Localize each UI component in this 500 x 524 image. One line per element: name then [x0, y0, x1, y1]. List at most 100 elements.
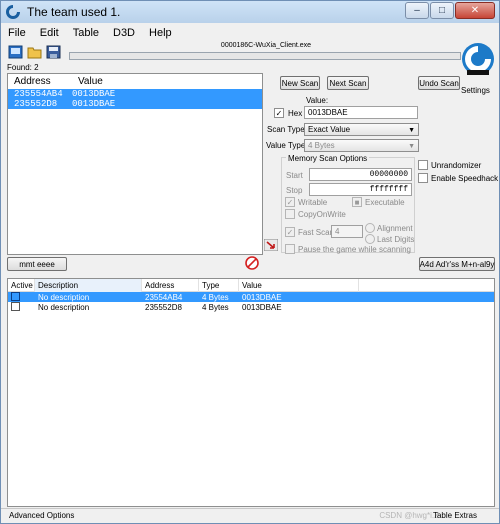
col-address[interactable]: Address [142, 278, 199, 292]
active-checkbox[interactable] [11, 301, 20, 311]
result-value: 0013DBAE [72, 89, 116, 99]
writable-label: Writable [298, 198, 328, 207]
value-label: Value: [306, 96, 329, 105]
menu-edit[interactable]: Edit [33, 27, 66, 39]
address-cell: 23554AB4 [145, 292, 183, 302]
menu-help[interactable]: Help [142, 27, 179, 39]
scan-results-list[interactable]: Address Value 235554AB4 0013DBAE 235552D… [7, 73, 263, 255]
value-cell: 0013DBAE [242, 292, 282, 302]
col-active[interactable]: Active [8, 278, 35, 292]
alignment-radio[interactable] [365, 223, 375, 233]
alignment-label: Alignment [377, 224, 413, 233]
description-cell: No description [38, 292, 90, 302]
table-row[interactable]: No description 235552D8 4 Bytes 0013DBAE [8, 301, 494, 313]
pointer-scan-icon[interactable] [264, 239, 278, 251]
undo-scan-button[interactable]: Undo Scan [418, 76, 460, 90]
col-type[interactable]: Type [199, 278, 239, 292]
address-table-header: Active Description Address Type Value [8, 278, 494, 292]
toolbar [7, 44, 61, 59]
main-window: The team used 1. – □ ✕ File Edit Table D… [0, 0, 500, 524]
cheat-engine-logo-icon[interactable] [459, 41, 497, 77]
last-digits-radio[interactable] [365, 234, 375, 244]
result-row[interactable]: 235554AB4 0013DBAE [8, 89, 262, 99]
address-table[interactable]: Active Description Address Type Value No… [7, 278, 495, 507]
copy-on-write-checkbox[interactable] [285, 209, 295, 219]
memory-options-title: Memory Scan Options [286, 154, 370, 163]
value-input[interactable]: 0013DBAE [304, 106, 418, 119]
type-cell: 4 Bytes [202, 302, 229, 312]
process-title: 0000186C-WuXia_Client.exe [220, 42, 312, 49]
settings-label[interactable]: Settings [461, 86, 490, 95]
results-header: Address Value [8, 74, 262, 89]
unrandomizer-label: Unrandomizer [431, 161, 482, 170]
window-controls: – □ ✕ [405, 2, 495, 19]
last-digits-label: Last Digits [377, 235, 415, 244]
close-button[interactable]: ✕ [455, 2, 495, 19]
memory-view-button[interactable]: mmt eeee [7, 257, 67, 271]
result-row[interactable]: 235552D8 0013DBAE [8, 99, 262, 109]
value-type-select[interactable]: 4 Bytes ▼ [304, 139, 419, 152]
fast-scan-checkbox[interactable]: ✓ [285, 227, 295, 237]
menu-d3d[interactable]: D3D [106, 27, 142, 39]
advanced-options-link[interactable]: Advanced Options [9, 511, 74, 520]
start-address-input[interactable]: 00000000 [309, 168, 412, 181]
minimize-button[interactable]: – [405, 2, 429, 19]
maximize-button[interactable]: □ [430, 2, 454, 19]
menu-bar: File Edit Table D3D Help [1, 24, 499, 42]
new-scan-button[interactable]: New Scan [280, 76, 320, 90]
save-icon[interactable] [45, 44, 61, 59]
title-bar: The team used 1. – □ ✕ [1, 1, 499, 23]
result-address: 235554AB4 [14, 89, 63, 99]
type-cell: 4 Bytes [202, 292, 229, 302]
copy-on-write-label: CopyOnWrite [298, 210, 346, 219]
active-cell [8, 301, 35, 313]
pause-game-checkbox[interactable] [285, 244, 295, 254]
start-label: Start [286, 171, 303, 180]
next-scan-button[interactable]: Next Scan [327, 76, 369, 90]
fast-scan-input[interactable]: 4 [331, 225, 363, 238]
found-count: Found: 2 [7, 63, 39, 72]
writable-checkbox[interactable]: ✓ [285, 197, 295, 207]
table-row[interactable]: No description 23554AB4 4 Bytes 0013DBAE [8, 291, 494, 302]
menu-table[interactable]: Table [66, 27, 106, 39]
executable-checkbox[interactable]: ■ [352, 197, 362, 207]
hex-checkbox[interactable]: ✓ [274, 108, 284, 118]
fast-scan-label: Fast Scan [298, 228, 335, 237]
watermark: CSDN @hwg*i.Z [379, 511, 439, 520]
executable-label: Executable [365, 198, 405, 207]
value-cell: 0013DBAE [242, 302, 282, 312]
pause-game-label: Pause the game while scanning [298, 245, 411, 254]
active-checkbox[interactable] [11, 291, 20, 301]
result-address: 235552D8 [14, 99, 58, 109]
stop-address-input[interactable]: ffffffff [309, 183, 412, 196]
table-extras-link[interactable]: Table Extras [433, 511, 477, 520]
results-header-address[interactable]: Address [8, 76, 72, 87]
value-type-label: Value Type [266, 141, 306, 150]
chevron-down-icon: ▼ [408, 127, 415, 134]
window-title: The team used 1. [27, 5, 121, 19]
speedhack-label: Enable Speedhack [431, 174, 499, 183]
scan-type-label: Scan Type [267, 125, 305, 134]
chevron-down-icon: ▼ [408, 143, 415, 150]
clear-list-icon[interactable] [245, 256, 259, 270]
add-address-manually-button[interactable]: A4d Ad'r'ss M+n-al9y [419, 257, 495, 271]
col-description[interactable]: Description [35, 278, 142, 292]
status-bar: Advanced Options CSDN @hwg*i.Z Table Ext… [1, 508, 499, 523]
scan-progress-bar [69, 52, 461, 60]
result-value: 0013DBAE [72, 99, 116, 109]
description-cell: No description [38, 302, 90, 312]
scan-type-select[interactable]: Exact Value ▼ [304, 123, 419, 136]
unrandomizer-checkbox[interactable] [418, 160, 428, 170]
results-header-value[interactable]: Value [72, 76, 103, 87]
col-value[interactable]: Value [239, 278, 359, 292]
address-cell: 235552D8 [145, 302, 182, 312]
menu-file[interactable]: File [1, 27, 33, 39]
open-process-icon[interactable] [7, 44, 23, 59]
hex-label: Hex [288, 109, 303, 118]
scan-type-value: Exact Value [308, 125, 351, 134]
value-type-value: 4 Bytes [308, 141, 335, 150]
speedhack-checkbox[interactable] [418, 173, 428, 183]
cheat-engine-icon [6, 5, 20, 19]
stop-label: Stop [286, 186, 303, 195]
open-folder-icon[interactable] [26, 44, 42, 59]
